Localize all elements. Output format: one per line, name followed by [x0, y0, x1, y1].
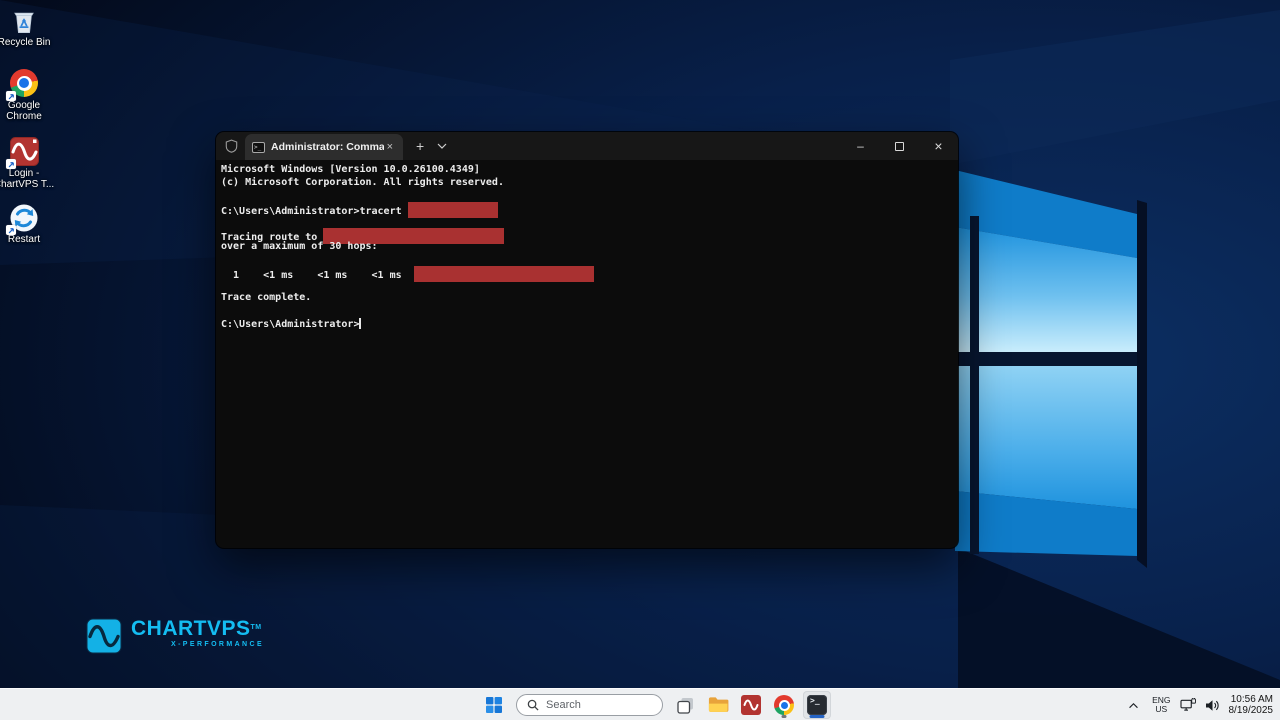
terminal-cursor [359, 318, 361, 329]
taskbar: Search [0, 688, 1280, 720]
recycle-bin-icon [9, 6, 39, 36]
terminal-taskbar-button[interactable]: >_ [803, 691, 831, 719]
chrome-icon [774, 695, 794, 715]
active-indicator [810, 715, 825, 718]
brand-tagline: X-PERFORMANCE [171, 641, 264, 648]
file-explorer-button[interactable] [704, 691, 732, 719]
desktop-icon-label: Restart [0, 235, 56, 246]
windows-logo-icon [486, 697, 502, 713]
search-input[interactable]: Search [516, 694, 663, 716]
chartvps-logo-icon [86, 618, 122, 654]
clock-time: 10:56 AM [1229, 694, 1274, 705]
chevron-up-icon [1128, 702, 1139, 709]
admin-shield-icon [225, 139, 238, 153]
network-icon [1180, 698, 1196, 712]
desktop-icon-google-chrome[interactable]: Google Chrome [0, 69, 56, 122]
brand-name: CHARTVPSTM [131, 618, 264, 640]
desktop-icon-login-chartvps[interactable]: Login - ChartVPS T... [0, 137, 56, 190]
terminal-text: (c) Microsoft Corporation. All rights re… [221, 177, 504, 188]
chartvps-icon [741, 695, 761, 715]
chartvps-logo: CHARTVPSTM X-PERFORMANCE [86, 618, 264, 654]
terminal-line: Microsoft Windows [Version 10.0.26100.43… [221, 164, 958, 177]
trademark-symbol: TM [251, 624, 262, 631]
language-line2: US [1152, 705, 1170, 714]
network-tray-button[interactable] [1180, 698, 1196, 712]
desktop-screen: Recycle Bin Google Chrome Login - ChartV… [0, 0, 1280, 720]
taskbar-clock[interactable]: 10:56 AM 8/19/2025 [1229, 694, 1274, 716]
task-view-icon [676, 696, 695, 715]
tab-dropdown-button[interactable] [437, 143, 447, 149]
terminal-line [221, 254, 958, 267]
terminal-line: C:\Users\Administrator>tracert [221, 202, 958, 215]
redaction-box [408, 202, 498, 218]
terminal-titlebar[interactable]: >_ Administrator: Command Pro × + – × [216, 132, 958, 160]
shortcut-arrow-icon [6, 225, 16, 235]
terminal-text: 1 <1 ms <1 ms <1 ms [221, 270, 414, 281]
chevron-down-icon [437, 143, 447, 149]
terminal-line: Trace complete. [221, 292, 958, 305]
speaker-icon [1205, 699, 1220, 712]
terminal-line [221, 305, 958, 318]
running-indicator [782, 715, 787, 718]
chrome-taskbar-button[interactable] [770, 691, 798, 719]
terminal-text: over a maximum of 30 hops: [221, 241, 378, 252]
desktop-icon-label: Google Chrome [0, 101, 56, 122]
desktop-icon-label: Login - ChartVPS T... [0, 169, 56, 190]
maximize-button[interactable] [880, 132, 919, 160]
terminal-window: >_ Administrator: Command Pro × + – × Mi… [216, 132, 958, 548]
tab-close-icon[interactable]: × [384, 141, 396, 154]
terminal-text: Trace complete. [221, 292, 311, 303]
terminal-line: over a maximum of 30 hops: [221, 241, 958, 254]
terminal-line: Tracing route to [221, 228, 958, 241]
terminal-text: C:\Users\Administrator>tracert [221, 206, 408, 217]
terminal-line [221, 190, 958, 203]
terminal-text: C:\Users\Administrator> [221, 319, 359, 330]
terminal-content[interactable]: Microsoft Windows [Version 10.0.26100.43… [216, 160, 958, 330]
tray-chevron-button[interactable] [1123, 691, 1143, 719]
maximize-icon [895, 142, 904, 151]
terminal-line: C:\Users\Administrator> [221, 318, 958, 331]
terminal-tab[interactable]: >_ Administrator: Command Pro × [245, 134, 403, 160]
desktop-icon-recycle-bin[interactable]: Recycle Bin [0, 6, 56, 49]
terminal-text: Microsoft Windows [Version 10.0.26100.43… [221, 164, 480, 175]
terminal-icon: >_ [807, 695, 827, 715]
shortcut-arrow-icon [6, 91, 16, 101]
cmd-icon: >_ [252, 142, 265, 153]
redaction-box [414, 266, 595, 282]
start-button[interactable] [480, 691, 508, 719]
new-tab-button[interactable]: + [416, 139, 424, 153]
file-explorer-icon [708, 696, 729, 714]
shortcut-arrow-icon [6, 159, 16, 169]
close-button[interactable]: × [919, 132, 958, 160]
language-indicator[interactable]: ENG US [1152, 696, 1170, 714]
tab-title: Administrator: Command Pro [271, 141, 384, 153]
minimize-button[interactable]: – [841, 132, 880, 160]
desktop-icon-restart[interactable]: Restart [0, 203, 56, 246]
desktop-icon-label: Recycle Bin [0, 38, 56, 49]
task-view-button[interactable] [671, 691, 699, 719]
chartvps-taskbar-button[interactable] [737, 691, 765, 719]
search-icon [527, 699, 539, 711]
search-placeholder: Search [546, 699, 581, 711]
volume-tray-button[interactable] [1205, 699, 1220, 712]
terminal-line: (c) Microsoft Corporation. All rights re… [221, 177, 958, 190]
clock-date: 8/19/2025 [1229, 705, 1274, 716]
terminal-line: 1 <1 ms <1 ms <1 ms [221, 266, 958, 279]
